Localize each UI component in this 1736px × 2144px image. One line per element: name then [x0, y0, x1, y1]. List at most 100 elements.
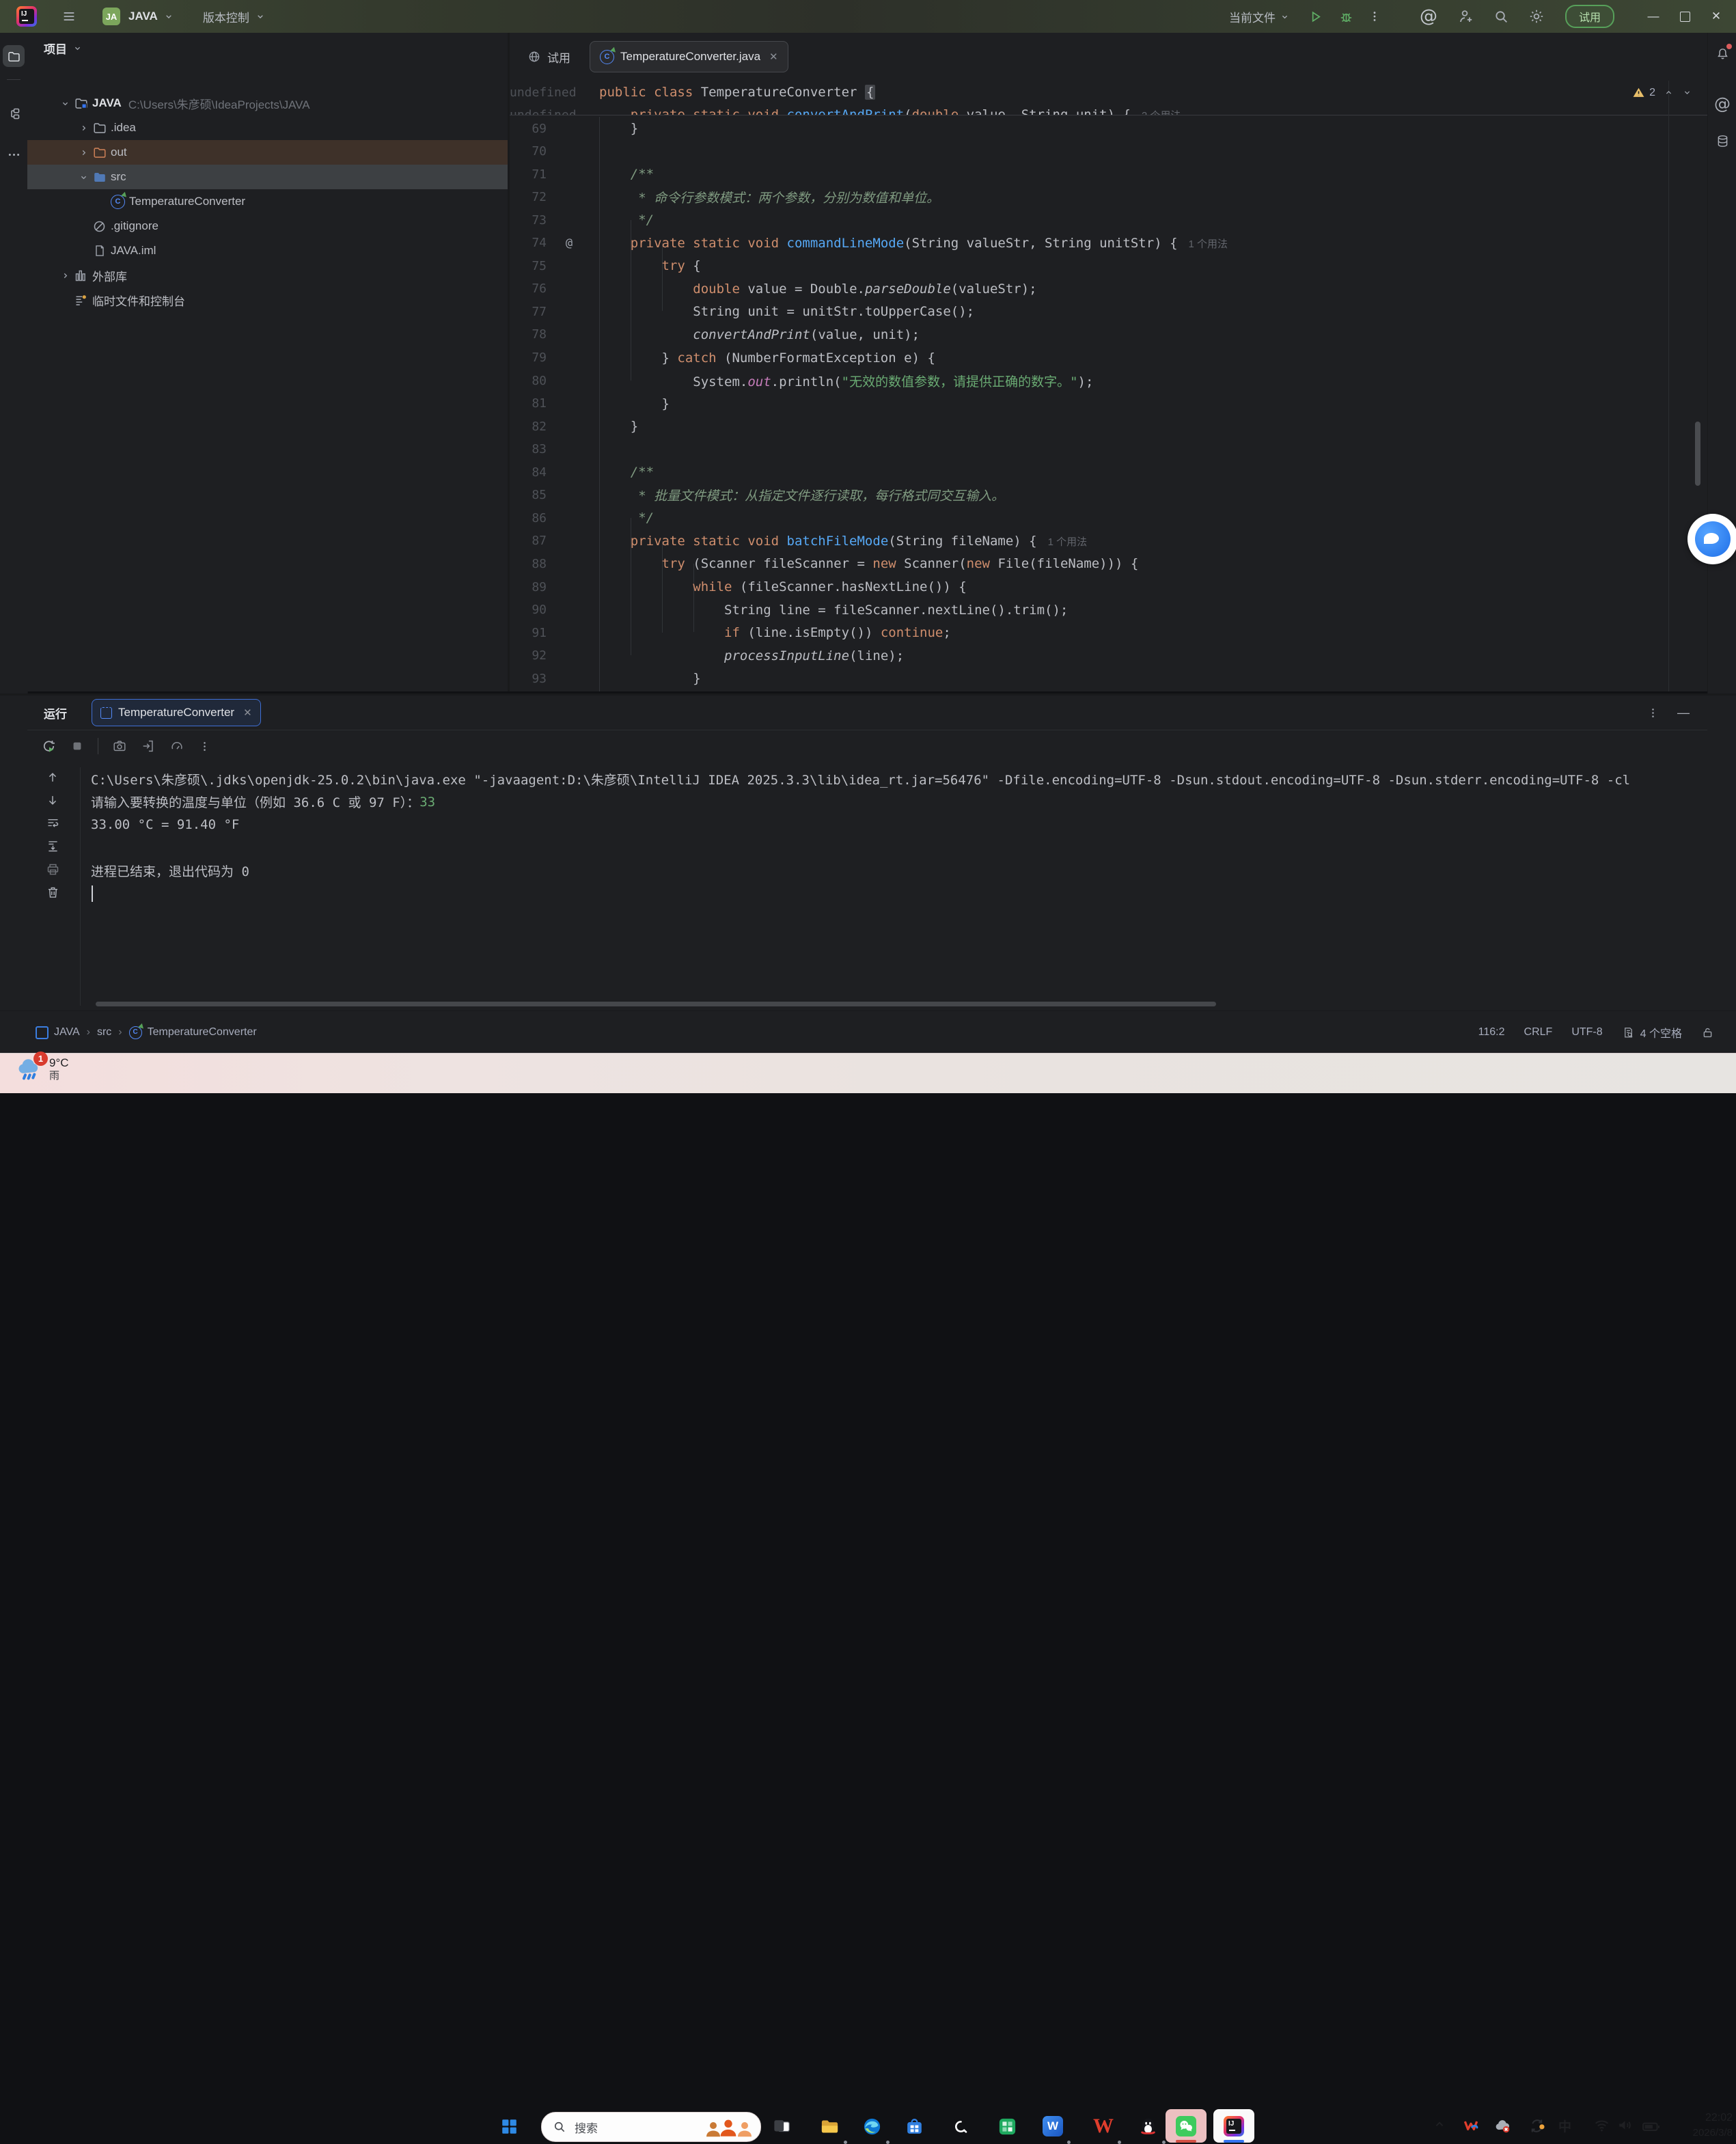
- trial-button[interactable]: 试用: [1565, 5, 1614, 28]
- tree-item-out[interactable]: out: [27, 140, 508, 165]
- project-avatar[interactable]: JA: [102, 8, 120, 25]
- tree-item-外部库[interactable]: 外部库: [27, 263, 508, 288]
- run-button[interactable]: [1308, 9, 1323, 25]
- tree-item-临时文件和控制台[interactable]: 临时文件和控制台: [27, 288, 508, 312]
- tab-trial[interactable]: 试用: [518, 42, 580, 72]
- microsoft-store-button[interactable]: [898, 2110, 931, 2143]
- line-separator[interactable]: CRLF: [1515, 1026, 1562, 1039]
- gutter-annotation-icon[interactable]: @: [559, 236, 579, 250]
- run-configuration-widget[interactable]: 当前文件: [1229, 8, 1276, 25]
- quark-button[interactable]: [944, 2110, 977, 2143]
- more-actions-kebab-icon[interactable]: [1368, 10, 1381, 23]
- run-tab-temperatureconverter[interactable]: TemperatureConverter ✕: [92, 699, 261, 726]
- file-explorer-button[interactable]: [813, 2110, 846, 2143]
- run-panel-hide-icon[interactable]: —: [1677, 706, 1690, 720]
- tree-item-.gitignore[interactable]: .gitignore: [27, 214, 508, 238]
- line-number[interactable]: 75: [510, 259, 547, 273]
- line-number[interactable]: 79: [510, 351, 547, 365]
- commit-tool-icon[interactable]: [3, 102, 25, 124]
- ai-assistant-icon[interactable]: @: [1420, 6, 1437, 27]
- task-view-button[interactable]: [765, 2110, 798, 2143]
- tray-expand-chevron-icon[interactable]: [1432, 2117, 1447, 2132]
- line-number[interactable]: 72: [510, 190, 547, 204]
- console-output[interactable]: C:\Users\朱彦硕\.jdks\openjdk-25.0.2\bin\ja…: [91, 767, 1707, 1003]
- screenshot-camera-icon[interactable]: [112, 739, 127, 754]
- line-number[interactable]: 78: [510, 327, 547, 342]
- tab-temperatureconverter-java[interactable]: C TemperatureConverter.java ✕: [590, 41, 788, 72]
- vcs-chevron-down-icon[interactable]: [255, 11, 266, 22]
- line-number[interactable]: 82: [510, 420, 547, 434]
- wechat-button[interactable]: [1170, 2110, 1202, 2143]
- intellij-idea-button[interactable]: IJ: [1217, 2110, 1250, 2143]
- line-number[interactable]: undefined: [510, 85, 547, 100]
- weather-widget[interactable]: 1 9°C 雨: [15, 1056, 69, 1083]
- wifi-icon[interactable]: [1593, 2117, 1610, 2134]
- inspections-widget[interactable]: 2: [1632, 86, 1692, 99]
- line-number[interactable]: 93: [510, 672, 547, 686]
- file-encoding[interactable]: UTF-8: [1562, 1026, 1612, 1039]
- run-panel-options-kebab-icon[interactable]: [1647, 706, 1659, 719]
- window-maximize-button[interactable]: [1669, 5, 1700, 28]
- tray-wps-icon[interactable]: [1462, 2117, 1480, 2134]
- tree-item-temperatureconverter[interactable]: CTemperatureConverter: [27, 189, 508, 214]
- breadcrumb[interactable]: JAVA › src › C TemperatureConverter: [26, 1026, 266, 1039]
- prev-occurrence-up-icon[interactable]: [46, 771, 59, 784]
- ai-assistant-tool-icon[interactable]: @: [1711, 93, 1733, 115]
- battery-icon[interactable]: [1641, 2117, 1661, 2136]
- database-tool-icon[interactable]: [1711, 130, 1733, 152]
- debug-button[interactable]: [1338, 9, 1354, 25]
- project-name[interactable]: JAVA: [128, 10, 158, 23]
- search-highlights-people-icon[interactable]: [703, 2113, 760, 2141]
- start-button[interactable]: [493, 2110, 525, 2143]
- line-number[interactable]: 77: [510, 305, 547, 319]
- project-panel-header[interactable]: 项目: [44, 40, 83, 57]
- soft-wrap-icon[interactable]: [46, 816, 60, 830]
- line-number[interactable]: 86: [510, 511, 547, 525]
- indent-setting[interactable]: 4 个空格: [1612, 1024, 1692, 1041]
- clear-console-trash-icon[interactable]: [46, 885, 60, 900]
- floating-browser-ball[interactable]: [1687, 514, 1736, 564]
- editor-vertical-scrollbar[interactable]: [1695, 422, 1700, 486]
- line-number[interactable]: 84: [510, 465, 547, 480]
- tree-item-.idea[interactable]: .idea: [27, 115, 508, 140]
- line-number[interactable]: undefined: [510, 108, 547, 115]
- next-occurrence-down-icon[interactable]: [46, 793, 59, 807]
- stop-button[interactable]: [70, 739, 84, 753]
- tray-sync-icon[interactable]: [1528, 2117, 1546, 2135]
- window-close-button[interactable]: ✕: [1700, 5, 1732, 28]
- file-lock-icon[interactable]: [1692, 1026, 1724, 1039]
- line-number[interactable]: 87: [510, 534, 547, 548]
- line-number[interactable]: 71: [510, 167, 547, 182]
- main-menu-hamburger-icon[interactable]: [61, 9, 77, 24]
- console-horizontal-scrollbar[interactable]: [96, 1002, 1216, 1006]
- tab-close-icon[interactable]: ✕: [769, 51, 778, 63]
- line-number[interactable]: 83: [510, 442, 547, 456]
- edge-button[interactable]: [855, 2110, 888, 2143]
- line-number[interactable]: 76: [510, 281, 547, 296]
- volume-icon[interactable]: [1616, 2117, 1634, 2134]
- print-icon[interactable]: [46, 862, 60, 877]
- import-thread-dump-icon[interactable]: [141, 739, 156, 754]
- more-tool-windows-icon[interactable]: [3, 143, 25, 165]
- scroll-to-end-icon[interactable]: [46, 839, 60, 853]
- search-everywhere-icon[interactable]: [1493, 9, 1509, 25]
- clock-widget[interactable]: 22:02 2026/3/8: [1667, 2110, 1733, 2141]
- ime-indicator[interactable]: 中: [1558, 2117, 1571, 2135]
- line-number[interactable]: 85: [510, 488, 547, 502]
- line-number[interactable]: 74: [510, 236, 547, 250]
- settings-gear-icon[interactable]: [1528, 8, 1545, 25]
- line-number[interactable]: 80: [510, 374, 547, 388]
- notifications-bell-icon[interactable]: [1711, 42, 1733, 64]
- rerun-button[interactable]: [41, 739, 57, 754]
- spreadsheet-button[interactable]: [991, 2110, 1023, 2143]
- caret-position[interactable]: 116:2: [1469, 1026, 1515, 1039]
- line-number[interactable]: 69: [510, 122, 547, 136]
- run-tab-close-icon[interactable]: ✕: [243, 706, 252, 719]
- line-number[interactable]: 92: [510, 648, 547, 663]
- code-with-me-add-user-icon[interactable]: [1458, 8, 1474, 25]
- run-config-chevron-down-icon[interactable]: [1280, 12, 1290, 22]
- vcs-menu[interactable]: 版本控制: [203, 8, 249, 25]
- profiler-gauge-icon[interactable]: [169, 739, 184, 754]
- qq-button[interactable]: [1131, 2110, 1164, 2143]
- project-chevron-down-icon[interactable]: [163, 11, 174, 22]
